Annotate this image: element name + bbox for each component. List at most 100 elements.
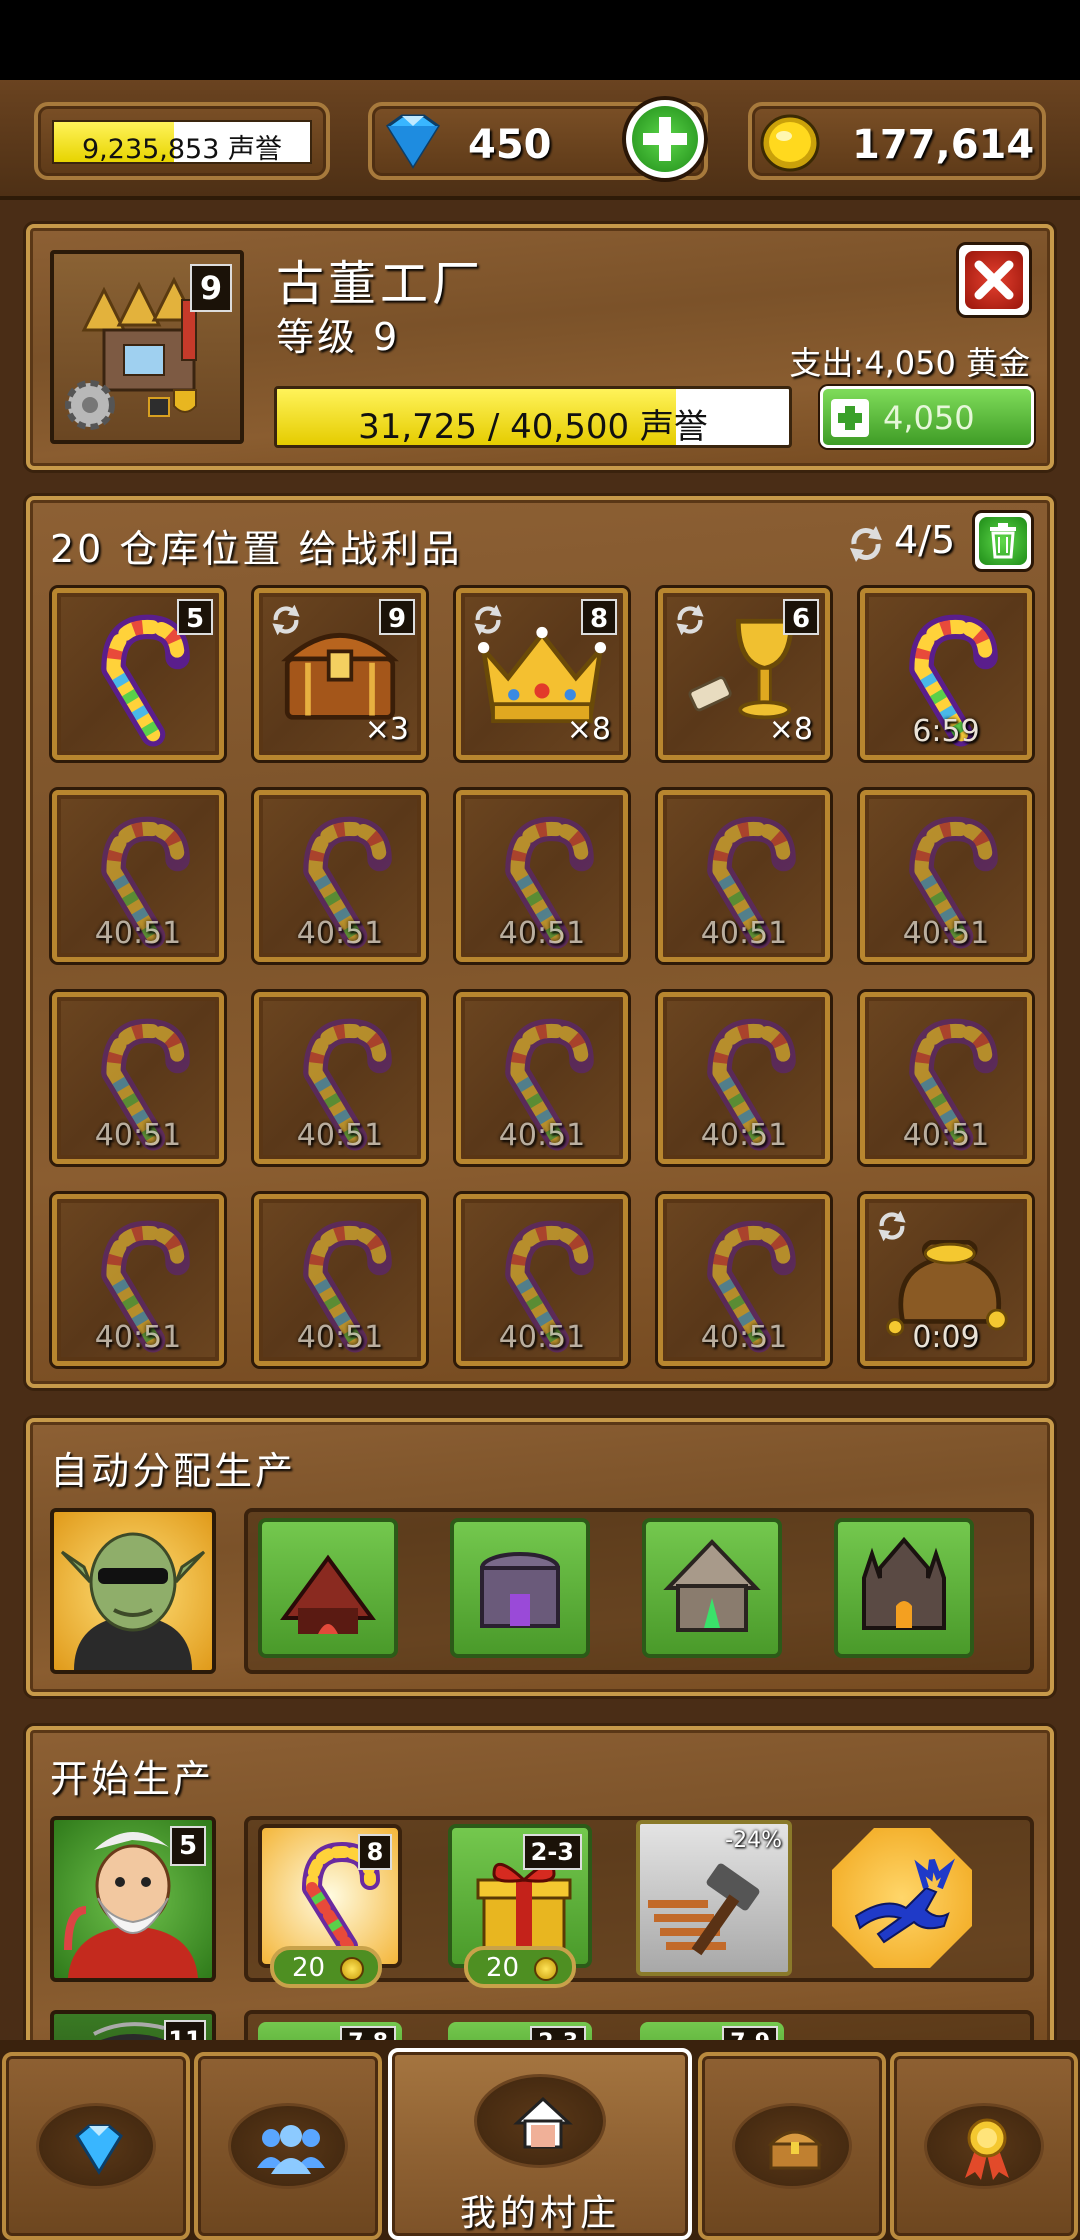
reputation-bar: 9,235,853 声誉 <box>52 120 312 165</box>
storage-slot[interactable]: 6 ×8 <box>658 588 830 760</box>
nav-friends-button[interactable] <box>194 2052 382 2240</box>
refresh-icon <box>676 604 704 636</box>
status-bar <box>0 0 1080 80</box>
nav-chest-button[interactable] <box>698 2052 886 2240</box>
slot-timer: 40:51 <box>296 1320 384 1355</box>
trash-button[interactable] <box>972 510 1034 572</box>
slot-timer: 40:51 <box>296 1118 384 1153</box>
hammer-boost-badge: -24% <box>725 1828 782 1853</box>
auto-production-title: 自动分配生产 <box>50 1449 297 1493</box>
building-level-text: 等级 9 <box>276 315 401 359</box>
friends-icon <box>257 2125 325 2174</box>
slot-timer: 40:51 <box>94 916 182 951</box>
slot-timer: 40:51 <box>498 1320 586 1355</box>
nav-oval <box>474 2074 606 2168</box>
storage-slot[interactable]: 40:51 <box>860 992 1032 1164</box>
reindeer-boost-button[interactable] <box>832 1828 972 1968</box>
santa-worker-portrait[interactable]: 5 <box>50 1816 216 1982</box>
storage-slot[interactable]: 40:51 <box>254 992 426 1164</box>
slot-count: ×8 <box>768 712 813 747</box>
storage-slot[interactable]: 40:51 <box>52 790 224 962</box>
upgrade-cost-text: 支出:4,050 黄金 <box>789 344 1030 382</box>
close-icon <box>974 260 1014 300</box>
storage-slot[interactable]: 40:51 <box>860 790 1032 962</box>
reputation-pill[interactable]: 9,235,853 声誉 <box>34 102 330 180</box>
slot-count: ×8 <box>566 712 611 747</box>
nav-gems-button[interactable] <box>2 2052 190 2240</box>
nav-oval <box>228 2103 348 2189</box>
auto-worker-portrait[interactable] <box>50 1508 216 1674</box>
storage-title: 20 仓库位置 给战利品 <box>50 527 463 571</box>
slot-level-badge: 9 <box>379 599 415 635</box>
slot-timer: 40:51 <box>902 1118 990 1153</box>
auto-buildings-strip <box>244 1508 1034 1674</box>
building-level-badge: 9 <box>190 264 232 312</box>
storage-slot[interactable]: 40:51 <box>52 992 224 1164</box>
storage-slot[interactable]: 40:51 <box>456 1194 628 1366</box>
nav-oval <box>36 2103 156 2189</box>
storage-slot[interactable]: 40:51 <box>254 790 426 962</box>
start-production-panel: 开始生产 5 8 20 2-3 20 -24% <box>26 1726 1054 2090</box>
nav-village-button[interactable]: 我的村庄 <box>388 2048 692 2240</box>
candy-cane-price[interactable]: 20 <box>270 1946 382 1988</box>
crystal-temple-building[interactable] <box>642 1518 782 1658</box>
gift-price[interactable]: 20 <box>464 1946 576 1988</box>
plus-icon <box>831 399 869 437</box>
purple-tower-building[interactable] <box>450 1518 590 1658</box>
storage-slot[interactable]: 6:59 <box>860 588 1032 760</box>
nav-oval <box>924 2103 1044 2189</box>
storage-slot[interactable]: 0:09 <box>860 1194 1032 1366</box>
building-name: 古董工厂 <box>276 256 485 312</box>
candy-cane-price-value: 20 <box>292 1953 326 1983</box>
chest-icon <box>767 2130 823 2170</box>
storage-slot[interactable]: 40:51 <box>456 992 628 1164</box>
slot-timer: 0:09 <box>912 1320 980 1355</box>
slot-timer: 40:51 <box>700 916 788 951</box>
upgrade-button[interactable]: 4,050 <box>820 386 1034 448</box>
reputation-value: 9,235,853 声誉 <box>82 134 282 165</box>
slot-level-badge: 6 <box>783 599 819 635</box>
slot-level-badge: 5 <box>177 599 213 635</box>
reindeer-icon <box>854 1858 956 1944</box>
gems-icon <box>75 2124 123 2175</box>
slot-timer: 40:51 <box>94 1320 182 1355</box>
slot-level-badge: 8 <box>581 599 617 635</box>
storage-slot[interactable]: 40:51 <box>658 1194 830 1366</box>
storage-slot[interactable]: 40:51 <box>52 1194 224 1366</box>
close-button[interactable] <box>956 242 1032 318</box>
refresh-icon <box>272 604 300 636</box>
slot-timer: 40:51 <box>94 1118 182 1153</box>
gems-value: 450 <box>468 122 552 168</box>
gold-pill[interactable]: 177,614 <box>748 102 1046 180</box>
storage-slot[interactable]: 40:51 <box>456 790 628 962</box>
slot-timer: 40:51 <box>498 1118 586 1153</box>
storage-panel: 20 仓库位置 给战利品 4/5 5 9 ×3 8 ×8 6 ×8 6:59 40:51 40:5… <box>26 496 1054 1388</box>
slot-timer: 40:51 <box>296 916 384 951</box>
slot-timer: 6:59 <box>912 714 980 749</box>
refresh-icon <box>850 526 882 562</box>
nav-achievements-button[interactable] <box>890 2052 1078 2240</box>
building-panel: 9 古董工厂 等级 9 支出:4,050 黄金 31,725 / 40,500 … <box>26 224 1054 470</box>
storage-slot[interactable]: 5 <box>52 588 224 760</box>
add-gems-button[interactable] <box>622 96 708 182</box>
storage-slot[interactable]: 8 ×8 <box>456 588 628 760</box>
gold-coin-icon <box>340 1957 364 1981</box>
storage-slot[interactable]: 9 ×3 <box>254 588 426 760</box>
production-items-strip: 8 20 2-3 20 -24% <box>244 1816 1034 1988</box>
slot-timer: 40:51 <box>498 916 586 951</box>
storage-slot[interactable]: 40:51 <box>254 1194 426 1366</box>
red-tent-building[interactable] <box>258 1518 398 1658</box>
gold-coin-icon <box>534 1957 558 1981</box>
building-progress-text: 31,725 / 40,500 声誉 <box>358 407 708 447</box>
building-portrait: 9 <box>50 250 244 444</box>
hammer-icon <box>648 1863 760 1956</box>
refresh-count: 4/5 <box>894 518 956 562</box>
storage-slot[interactable]: 40:51 <box>658 992 830 1164</box>
auto-production-panel: 自动分配生产 <box>26 1418 1054 1696</box>
storage-slot[interactable]: 40:51 <box>658 790 830 962</box>
santa-level-badge: 5 <box>170 1826 206 1866</box>
building-progress-bar: 31,725 / 40,500 声誉 <box>274 386 792 448</box>
dark-castle-building[interactable] <box>834 1518 974 1658</box>
medal-icon <box>965 2118 1009 2180</box>
hammer-boost-button[interactable]: -24% <box>636 1820 792 1976</box>
